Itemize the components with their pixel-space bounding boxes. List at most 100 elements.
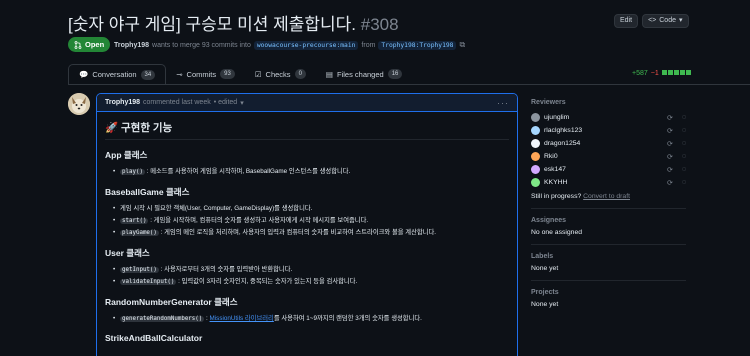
pr-number: #308 bbox=[360, 15, 399, 34]
tab-conversation[interactable]: 💬 Conversation 34 bbox=[68, 64, 167, 84]
pr-author-link[interactable]: Trophy198 bbox=[114, 42, 149, 49]
code-span: play() bbox=[120, 169, 145, 175]
reviewer-name[interactable]: Rki0 bbox=[544, 153, 558, 160]
labels-value: None yet bbox=[531, 265, 559, 272]
reviewer-actions: ⟳ ◌ bbox=[667, 179, 686, 187]
re-request-review-icon[interactable]: ⟳ bbox=[667, 153, 673, 161]
pending-review-icon: ◌ bbox=[681, 139, 686, 147]
reviewers-title[interactable]: Reviewers bbox=[531, 99, 686, 106]
comment-heading: 🚀 구현한 기능 bbox=[105, 120, 509, 140]
list-item-text: : 입력값이 3자리 숫자인지, 중복되는 숫자가 있는지 등을 검사합니다. bbox=[178, 278, 358, 285]
base-branch[interactable]: woowacourse-precourse:main bbox=[253, 40, 359, 50]
pending-review-icon: ◌ bbox=[681, 126, 686, 134]
comment-meta[interactable]: commented last week bbox=[143, 99, 211, 106]
avatar[interactable] bbox=[531, 178, 540, 187]
assignees-title[interactable]: Assignees bbox=[531, 217, 686, 224]
pull-request-icon bbox=[74, 40, 82, 49]
code-span: validateInput() bbox=[120, 279, 177, 285]
chevron-down-icon[interactable]: ▾ bbox=[240, 99, 244, 107]
diffstat: +587 −1 bbox=[632, 70, 692, 77]
tab-divider bbox=[68, 84, 750, 85]
pending-review-icon: ◌ bbox=[681, 113, 686, 121]
comment-box: Trophy198 commented last week • edited ▾… bbox=[96, 93, 518, 356]
avatar[interactable] bbox=[531, 152, 540, 161]
code-span: playGame() bbox=[120, 230, 159, 236]
list-item: start() : 게임을 시작하며, 컴퓨터의 숫자를 생성하고 사용자에게 … bbox=[113, 215, 509, 227]
list-item-text: 를 사용하여 1~9까지의 랜덤한 3개의 숫자를 생성합니다. bbox=[273, 315, 422, 322]
section-list: 게임 시작 시 필요한 객체(User, Computer, GameDispl… bbox=[105, 203, 509, 239]
checklist-icon: ☑ bbox=[254, 69, 262, 79]
missionutils-link[interactable]: MissionUtils 라이브러리 bbox=[210, 315, 274, 322]
avatar[interactable] bbox=[531, 126, 540, 135]
list-item-text: : 게임을 시작하며, 컴퓨터의 숫자를 생성하고 사용자에게 시작 메시지를 … bbox=[150, 217, 369, 224]
avatar[interactable] bbox=[531, 165, 540, 174]
code-button-label: Code bbox=[659, 17, 676, 24]
list-item: 게임 시작 시 필요한 객체(User, Computer, GameDispl… bbox=[113, 203, 509, 215]
re-request-review-icon[interactable]: ⟳ bbox=[667, 127, 673, 135]
re-request-review-icon[interactable]: ⟳ bbox=[667, 140, 673, 148]
avatar[interactable] bbox=[531, 113, 540, 122]
pr-sidebar: Reviewers ujunglim ⟳ ◌ rlaclghks123 ⟳ ◌ dragon… bbox=[531, 93, 686, 308]
pending-review-icon: ◌ bbox=[681, 178, 686, 186]
copy-icon[interactable]: ⧉ bbox=[459, 40, 465, 50]
tab-count: 16 bbox=[387, 69, 403, 79]
pr-title-text: [숫자 야구 게임] 구승모 미션 제출합니다. bbox=[68, 15, 357, 34]
comment-body: 🚀 구현한 기능 App 클래스 play() : 메소드를 사용하여 게임을 … bbox=[97, 112, 517, 356]
re-request-review-icon[interactable]: ⟳ bbox=[667, 114, 673, 122]
section-list: generateRandomNumbers() : MissionUtils 라… bbox=[105, 313, 509, 325]
code-button[interactable]: <> Code ▾ bbox=[642, 14, 689, 28]
reviewer-name[interactable]: esk147 bbox=[544, 166, 566, 173]
section-title: RandomNumberGenerator 클래스 bbox=[105, 297, 238, 307]
edit-button[interactable]: Edit bbox=[614, 14, 639, 28]
rocket-icon: 🚀 bbox=[105, 122, 119, 134]
labels-title[interactable]: Labels bbox=[531, 253, 686, 260]
divider bbox=[531, 280, 686, 281]
list-item: generateRandomNumbers() : MissionUtils 라… bbox=[113, 313, 509, 325]
tab-count: 0 bbox=[294, 69, 306, 79]
comment-header: Trophy198 commented last week • edited ▾… bbox=[97, 94, 517, 112]
tab-label: Checks bbox=[265, 69, 291, 79]
list-item: play() : 메소드를 사용하여 게임을 시작하며, BaseballGam… bbox=[113, 166, 509, 178]
reviewer-actions: ⟳ ◌ bbox=[667, 114, 686, 122]
progress-label: Still in progress? bbox=[531, 193, 582, 200]
list-item-text: : 메소드를 사용하여 게임을 시작하며, BaseballGame 인스턴스를… bbox=[146, 168, 351, 175]
code-span: start() bbox=[120, 218, 149, 224]
re-request-review-icon[interactable]: ⟳ bbox=[667, 179, 673, 187]
reviewer-item[interactable]: KKYHH ⟳ ◌ bbox=[531, 176, 686, 189]
convert-to-draft-link[interactable]: Convert to draft bbox=[583, 193, 630, 200]
re-request-review-icon[interactable]: ⟳ bbox=[667, 166, 673, 174]
head-branch[interactable]: Trophy198:Trophy198 bbox=[378, 40, 457, 50]
tab-files-changed[interactable]: ▤ Files changed 16 bbox=[316, 64, 412, 84]
tab-commits[interactable]: ⊸ Commits 93 bbox=[166, 64, 245, 84]
code-icon: <> bbox=[648, 17, 657, 24]
reviewer-item[interactable]: Rki0 ⟳ ◌ bbox=[531, 150, 686, 163]
more-options-icon[interactable]: ··· bbox=[497, 98, 509, 108]
reviewer-name[interactable]: dragon1254 bbox=[544, 140, 580, 147]
reviewers-list: ujunglim ⟳ ◌ rlaclghks123 ⟳ ◌ dragon1254 ⟳ ◌ Rki0… bbox=[531, 111, 686, 189]
additions-count: +587 bbox=[632, 70, 648, 77]
code-span: generateRandomNumbers() bbox=[120, 316, 205, 322]
edited-label[interactable]: • edited bbox=[214, 99, 237, 106]
comment-author[interactable]: Trophy198 bbox=[105, 99, 140, 106]
reviewer-item[interactable]: dragon1254 ⟳ ◌ bbox=[531, 137, 686, 150]
pr-meta: Trophy198 wants to merge 93 commits into… bbox=[114, 40, 465, 50]
avatar[interactable] bbox=[531, 139, 540, 148]
section-list: getInput() : 사용자로부터 3개의 숫자를 입력받아 반환합니다. … bbox=[105, 264, 509, 288]
tab-count: 34 bbox=[140, 69, 156, 80]
comment-icon: 💬 bbox=[79, 70, 89, 79]
tab-checks[interactable]: ☑ Checks 0 bbox=[245, 64, 316, 84]
avatar[interactable] bbox=[68, 93, 90, 115]
reviewer-item[interactable]: esk147 ⟳ ◌ bbox=[531, 163, 686, 176]
diffstat-bar bbox=[661, 70, 692, 77]
reviewer-actions: ⟳ ◌ bbox=[667, 127, 686, 135]
reviewer-item[interactable]: ujunglim ⟳ ◌ bbox=[531, 111, 686, 124]
list-item: playGame() : 게임의 메인 로직을 처리하며, 사용자의 입력과 컴… bbox=[113, 227, 509, 239]
reviewer-item[interactable]: rlaclghks123 ⟳ ◌ bbox=[531, 124, 686, 137]
section-title: StrikeAndBallCalculator bbox=[105, 333, 203, 343]
reviewer-name[interactable]: KKYHH bbox=[544, 179, 567, 186]
projects-value: None yet bbox=[531, 301, 559, 308]
projects-title[interactable]: Projects bbox=[531, 289, 686, 296]
reviewer-name[interactable]: rlaclghks123 bbox=[544, 127, 582, 134]
dog-avatar-icon bbox=[68, 93, 90, 115]
reviewer-name[interactable]: ujunglim bbox=[544, 114, 569, 121]
